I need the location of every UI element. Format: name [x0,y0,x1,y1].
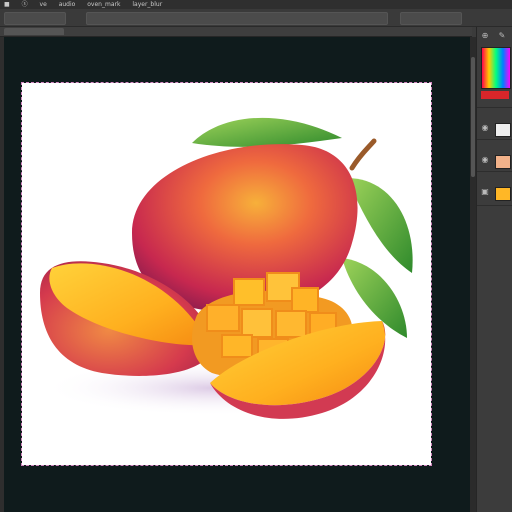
panel-row[interactable] [477,205,512,220]
layer-thumb-icon[interactable] [495,187,511,201]
right-panel: ⊕ ✎ ◉ ◉ ▣ [476,27,512,512]
layer-thumb-icon[interactable] [495,123,511,137]
right-leaf-upper [347,178,413,273]
eye-icon[interactable]: ◉ [480,123,490,133]
image-editor-window: ■ ⓢ ve audio oven_mark layer_blur ⊕ ✎ ◉ … [0,0,512,512]
folder-icon[interactable]: ▣ [480,187,490,197]
menu-item-1[interactable]: ■ [4,1,10,8]
accent-color-bar[interactable] [481,91,509,99]
vertical-scroll-thumb[interactable] [471,57,475,177]
menu-item-4[interactable]: audio [59,1,76,8]
layer-thumb-icon[interactable] [495,155,511,169]
panel-row[interactable] [477,107,512,122]
mango-artwork [40,117,413,419]
options-field-wide[interactable] [86,12,388,25]
color-picker-swatch[interactable] [481,47,511,89]
eye-icon[interactable]: ◉ [480,155,490,165]
brush-icon[interactable]: ✎ [497,31,507,41]
panel-row[interactable] [477,171,512,186]
menu-item-2[interactable]: ⓢ [22,1,28,8]
menu-item-6[interactable]: layer_blur [132,1,162,8]
mango-stem [349,138,377,171]
document-canvas[interactable] [21,82,432,466]
move-icon[interactable]: ⊕ [480,31,490,41]
menu-bar: ■ ⓢ ve audio oven_mark layer_blur [0,0,512,9]
panel-row[interactable] [477,139,512,154]
options-field-right[interactable] [400,12,462,25]
options-bar [0,9,512,27]
document-tab[interactable] [4,28,64,35]
menu-item-3[interactable]: ve [40,1,47,8]
top-leaf [192,117,342,147]
menu-item-5[interactable]: oven_mark [87,1,120,8]
document-tab-bar [0,27,472,37]
options-field[interactable] [4,12,66,25]
